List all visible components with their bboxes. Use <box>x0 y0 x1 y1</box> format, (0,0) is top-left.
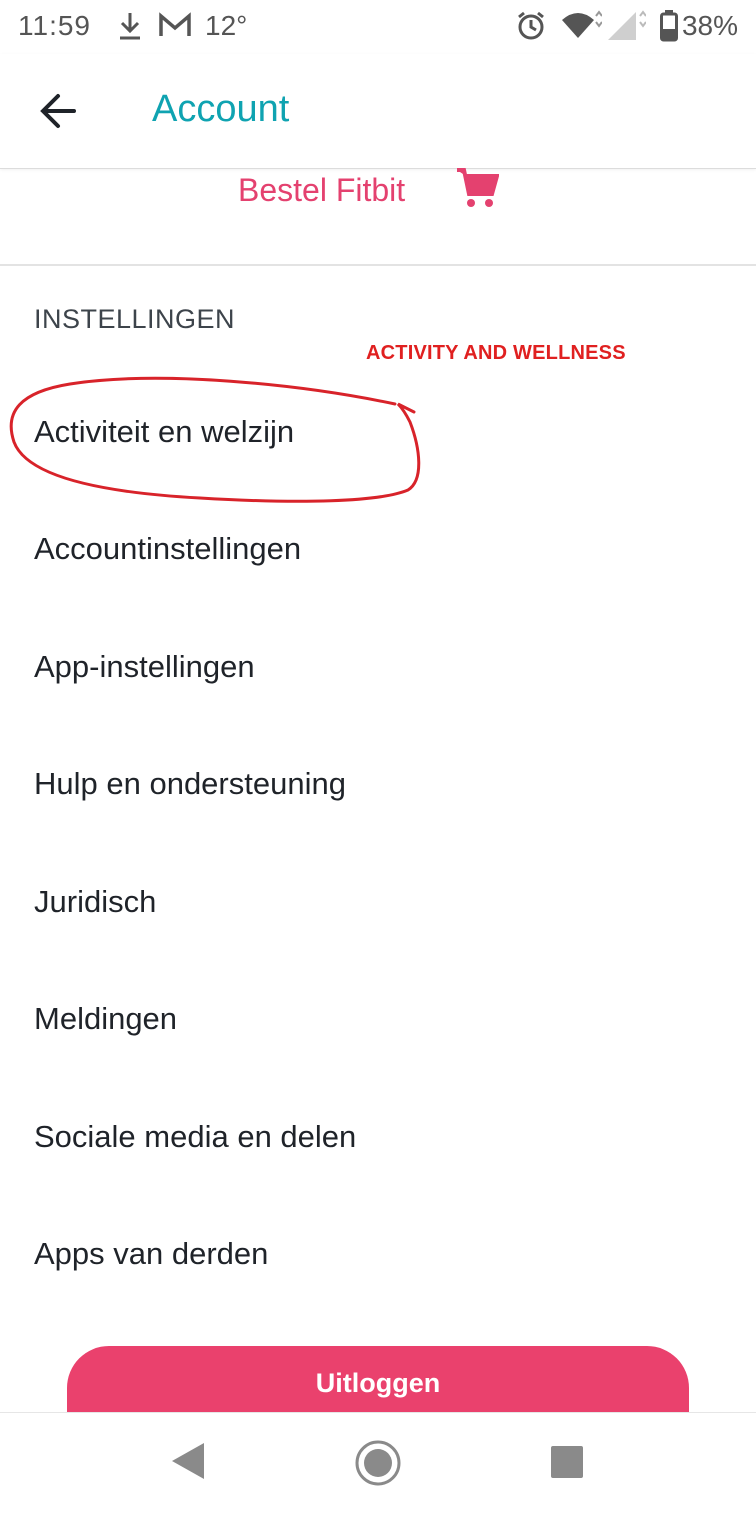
menu-item-label: App-instellingen <box>34 648 255 684</box>
status-temperature: 12° <box>205 10 248 41</box>
shopping-cart-icon[interactable] <box>455 166 500 215</box>
annotation-label: ACTIVITY AND WELLNESS <box>366 342 626 364</box>
menu-item-social-sharing[interactable]: Sociale media en delen <box>0 1078 756 1195</box>
nav-recents-button[interactable] <box>551 1446 583 1483</box>
status-time: 11:59 <box>18 10 91 41</box>
home-circle-icon <box>355 1440 401 1486</box>
shop-row: Bestel Fitbit <box>0 168 756 266</box>
nav-home-button[interactable] <box>354 1439 402 1492</box>
menu-item-label: Meldingen <box>34 1000 178 1036</box>
menu-item-legal[interactable]: Juridisch <box>0 843 756 960</box>
page-title: Account <box>152 88 290 130</box>
settings-heading: INSTELLINGEN <box>34 304 236 334</box>
menu-item-label: Accountinstellingen <box>34 530 302 566</box>
order-fitbit-link[interactable]: Bestel Fitbit <box>238 172 405 209</box>
menu-item-notifications[interactable]: Meldingen <box>0 960 756 1077</box>
triangle-back-icon <box>172 1443 204 1479</box>
system-navigation-bar <box>0 1412 756 1513</box>
nav-back-button[interactable] <box>170 1441 206 1486</box>
menu-item-label: Activiteit en welzijn <box>34 413 295 449</box>
menu-item-label: Apps van derden <box>34 1235 269 1271</box>
alarm-icon <box>516 10 546 47</box>
menu-item-help-support[interactable]: Hulp en ondersteuning <box>0 725 756 842</box>
menu-item-account-settings[interactable]: Accountinstellingen <box>0 490 756 607</box>
logout-button-label: Uitloggen <box>315 1368 441 1398</box>
menu-item-app-settings[interactable]: App-instellingen <box>0 608 756 725</box>
menu-item-label: Juridisch <box>34 883 157 919</box>
menu-item-label: Hulp en ondersteuning <box>34 765 346 801</box>
back-button[interactable] <box>32 84 86 138</box>
menu-item-activity-wellness[interactable]: Activiteit en welzijn <box>0 373 756 490</box>
app-bar: Account <box>0 54 756 169</box>
menu-item-third-party-apps[interactable]: Apps van derden <box>0 1195 756 1312</box>
status-bar: 11:59 12° 38% <box>0 0 756 54</box>
menu-item-label: Sociale media en delen <box>34 1118 357 1154</box>
wifi-icon <box>560 10 603 47</box>
signal-icon <box>606 10 647 47</box>
battery-icon <box>660 10 678 47</box>
battery-percentage: 38% <box>681 10 738 41</box>
arrow-left-icon <box>40 94 76 128</box>
square-recents-icon <box>551 1446 583 1478</box>
gmail-icon <box>158 10 192 45</box>
download-icon <box>116 10 144 47</box>
